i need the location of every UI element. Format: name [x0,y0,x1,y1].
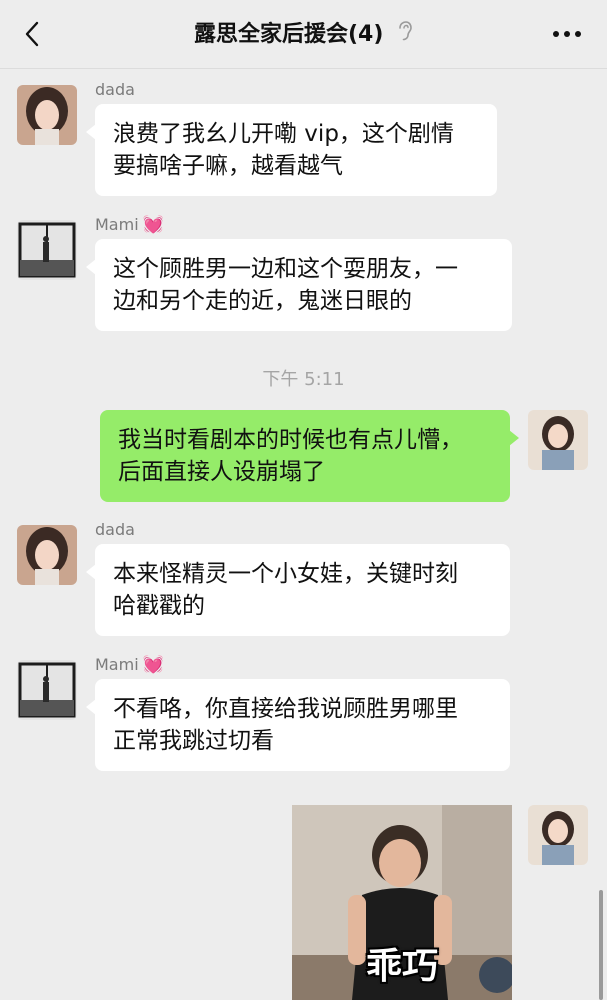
message-line: 这个顾胜男一边和这个耍朋友，一 [113,256,458,282]
message-line: 后面直接人设崩塌了 [118,459,325,485]
avatar-mami[interactable] [17,220,77,280]
avatar-woman-image [17,525,77,585]
sender-name: Mami 💓 [95,655,164,675]
my-message-bubble[interactable]: 我当时看剧本的时候也有点儿懵， 后面直接人设崩塌了 [100,410,519,502]
heart-emoji: 💓 [142,215,164,235]
avatar-me[interactable] [528,410,588,470]
timestamp: 下午 5:11 [262,369,345,390]
sender-name: Mami 💓 [95,215,164,235]
more-button[interactable] [547,22,587,46]
sticker-caption: 乖巧 [365,946,438,987]
message-line: 本来怪精灵一个小女娃，关键时刻 [113,561,458,587]
avatar-dada[interactable] [17,85,77,145]
avatar-window-image [17,660,77,720]
sender-name: dada [95,520,135,539]
chat-header: 露思全家后援会(4) [0,0,607,68]
message-line: 不看咯，你直接给我说顾胜男哪里 [113,696,458,722]
ear-icon [397,19,413,51]
avatar-window-image [17,220,77,280]
message-line: 要搞啥子嘛，越看越气 [113,153,343,179]
back-button[interactable] [18,20,46,48]
sender-name: dada [95,80,135,99]
message-line: 边和另个走的近，鬼迷日眼的 [113,288,412,314]
avatar-me[interactable] [528,805,588,865]
avatar-girl-image [528,410,588,470]
message-bubble[interactable]: 不看咯，你直接给我说顾胜男哪里 正常我跳过切看 [86,679,510,771]
more-dots-icon [553,31,581,37]
message-line: 哈戳戳的 [113,593,205,619]
message-bubble[interactable]: 浪费了我幺儿开嘞 vip，这个剧情 要搞啥子嘛，越看越气 [86,104,497,196]
message-line: 正常我跳过切看 [113,728,274,754]
avatar-mami[interactable] [17,660,77,720]
avatar-woman-image [17,85,77,145]
avatar-girl-image [528,805,588,865]
chevron-left-icon [25,21,39,47]
message-bubble[interactable]: 这个顾胜男一边和这个耍朋友，一 边和另个走的近，鬼迷日眼的 [86,239,512,331]
message-line: 浪费了我幺儿开嘞 vip，这个剧情 [113,121,454,147]
chat-title: 露思全家后援会(4) [150,19,457,51]
header-divider [0,68,607,69]
message-line: 我当时看剧本的时候也有点儿懵， [118,427,463,453]
heart-emoji: 💓 [142,655,164,675]
group-name: 露思全家后援会(4) [193,22,384,47]
avatar-dada[interactable] [17,525,77,585]
message-bubble[interactable]: 本来怪精灵一个小女娃，关键时刻 哈戳戳的 [86,544,510,636]
scrollbar[interactable] [599,890,603,1000]
